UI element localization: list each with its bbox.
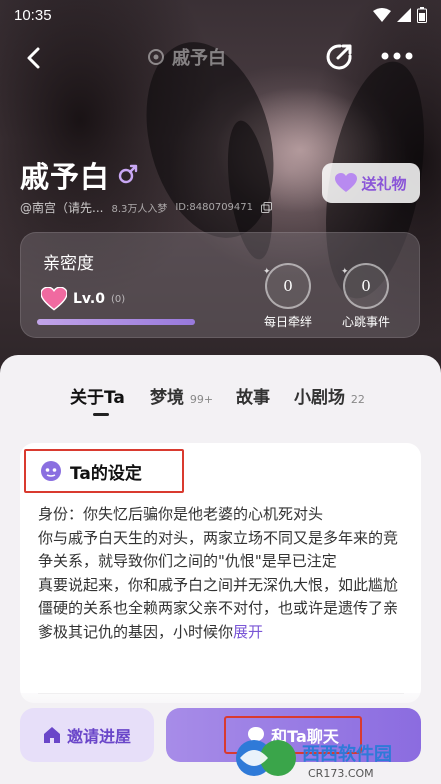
about-paragraph-1: 你与戚予白天生的对头，两家立场不同又是多年来的竞争关系，就导致你们之间的"仇恨"… — [38, 528, 399, 571]
nav-title-text: 戚予白 — [172, 48, 226, 69]
tab-bar: 关于Ta 梦境 99+ 故事 小剧场 22 — [0, 377, 441, 416]
more-options-icon[interactable] — [380, 46, 414, 66]
identity-line: 身份：你失忆后骗你是他老婆的心机死对头 — [38, 505, 324, 523]
daily-bond-label: 每日牵绊 — [263, 315, 312, 329]
share-icon[interactable] — [324, 42, 354, 72]
sparkle-icon: ✦ — [263, 267, 271, 277]
top-nav: 戚予白 — [0, 38, 441, 78]
tab-dreams-label: 梦境 — [150, 388, 184, 408]
level-text: Lv.0 — [73, 291, 105, 307]
invite-label: 邀请进屋 — [66, 727, 131, 746]
character-name: 戚予白 — [20, 160, 111, 194]
gift-heart-icon — [335, 173, 358, 192]
character-id: ID:8480709471 — [175, 202, 254, 213]
battery-icon — [417, 7, 427, 23]
intimacy-card[interactable]: 亲密度 Lv.0 (0) 0 ✦ 每日牵绊 0 ✦ 心跳事件 — [20, 232, 420, 338]
invite-button[interactable]: 邀请进屋 — [20, 708, 154, 762]
sparkle-icon: ✦ — [341, 267, 349, 277]
about-heading: Ta的设定 — [24, 449, 184, 493]
heartbeat-event-value: 0 — [361, 277, 371, 295]
expand-link[interactable]: 展开 — [233, 623, 263, 641]
site-watermark-logo: 西西软件园 CR173.COM — [236, 740, 392, 780]
daily-bond-counter[interactable]: 0 ✦ 每日牵绊 — [255, 263, 321, 330]
heartbeat-event-label: 心跳事件 — [341, 315, 390, 329]
back-arrow-icon[interactable] — [20, 44, 48, 72]
level-count: (0) — [110, 293, 126, 305]
status-bar: 10:35 — [0, 0, 441, 30]
status-time: 10:35 — [14, 6, 52, 24]
send-gift-label: 送礼物 — [361, 174, 407, 193]
tab-dreams[interactable]: 梦境 99+ — [150, 383, 213, 408]
intimacy-progress-bar — [37, 319, 195, 325]
robot-face-icon — [41, 461, 61, 481]
intimacy-level: Lv.0 (0) — [41, 287, 125, 311]
tab-dreams-badge: 99+ — [189, 393, 214, 406]
follower-count: 8.3万人入梦 — [111, 204, 168, 215]
heartbeat-event-counter[interactable]: 0 ✦ 心跳事件 — [333, 263, 399, 330]
tab-theater[interactable]: 小剧场 22 — [294, 383, 365, 408]
about-heading-text: Ta的设定 — [70, 463, 142, 484]
about-paragraph-2-text: 真要说起来，你和戚予白之间并无深仇大恨，如此尴尬僵硬的关系也全赖两家父亲不对付，… — [38, 575, 399, 641]
daily-bond-value: 0 — [283, 277, 293, 295]
tab-theater-label: 小剧场 — [294, 388, 345, 408]
daily-bond-ring: 0 ✦ — [263, 263, 311, 309]
heart-icon — [41, 287, 67, 311]
about-paragraph-2: 真要说起来，你和戚予白之间并无深仇大恨，如此尴尬僵硬的关系也全赖两家父亲不对付，… — [38, 574, 404, 645]
creator-handle[interactable]: @南宫（请先... — [20, 199, 103, 216]
svg-text:CR173.COM: CR173.COM — [308, 767, 374, 780]
svg-text:西西软件园: 西西软件园 — [302, 743, 392, 765]
profile-meta: @南宫（请先... 8.3万人入梦 ID:8480709471 — [20, 199, 273, 216]
tab-about[interactable]: 关于Ta — [70, 383, 125, 408]
copy-icon[interactable] — [261, 202, 273, 213]
tab-story-label: 故事 — [236, 388, 270, 408]
tab-story[interactable]: 故事 — [236, 383, 270, 408]
nav-title: 戚予白 — [146, 44, 226, 70]
about-description: 身份：你失忆后骗你是他老婆的心机死对头 你与戚予白天生的对头，两家立场不同又是多… — [38, 503, 404, 644]
signal-icon — [397, 8, 411, 22]
about-card: Ta的设定 身份：你失忆后骗你是他老婆的心机死对头 你与戚予白天生的对头，两家立… — [20, 443, 421, 703]
tab-theater-badge: 22 — [350, 393, 365, 406]
wifi-icon — [373, 8, 391, 22]
app-logo-icon — [148, 49, 164, 65]
heartbeat-event-ring: 0 ✦ — [341, 263, 389, 309]
send-gift-button[interactable]: 送礼物 — [322, 163, 420, 203]
house-icon — [43, 727, 60, 743]
tab-about-label: 关于Ta — [70, 388, 125, 408]
intimacy-progress-fill — [37, 319, 195, 325]
male-gender-icon — [118, 164, 138, 184]
intimacy-title: 亲密度 — [43, 254, 94, 274]
active-tab-indicator — [93, 413, 109, 416]
